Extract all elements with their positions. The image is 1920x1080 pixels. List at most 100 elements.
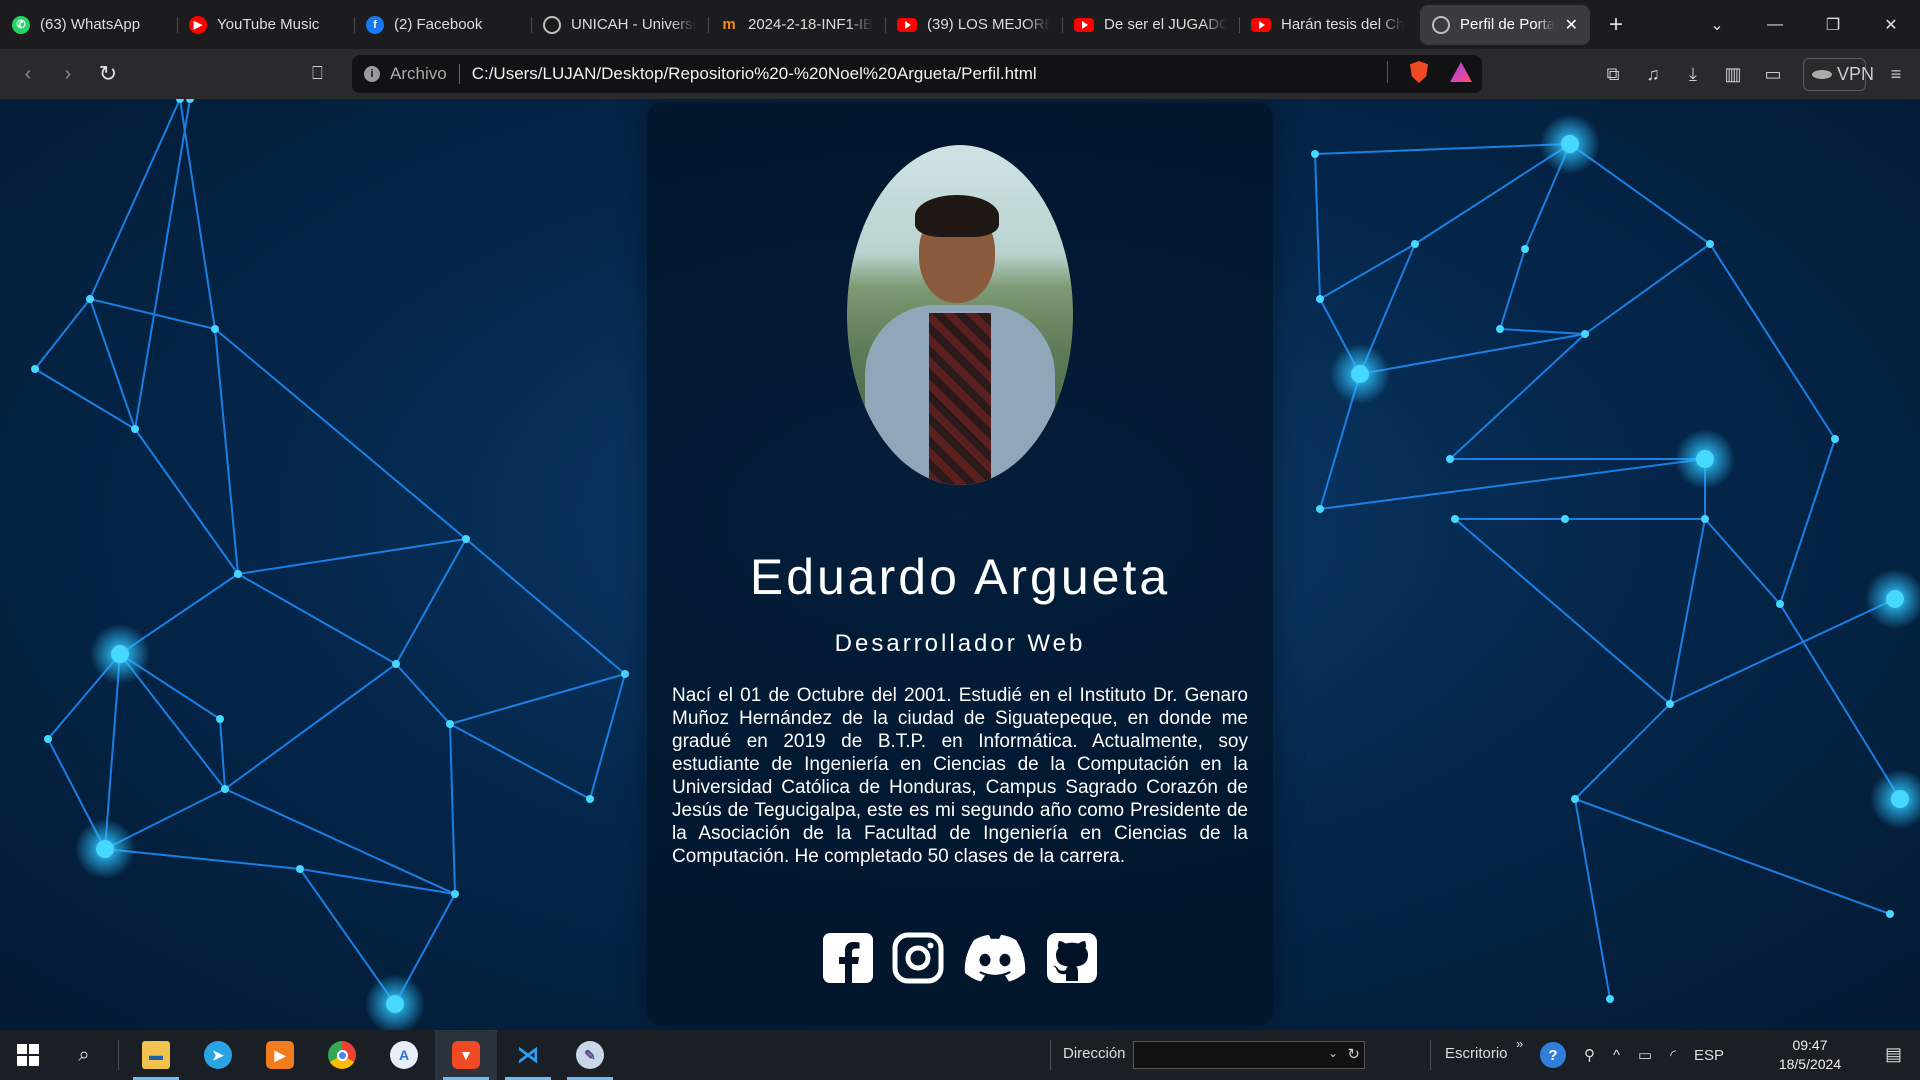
vpn-button[interactable]: VPN [1803, 57, 1874, 91]
close-window-icon[interactable]: ✕ [1862, 15, 1920, 35]
toolbar-icons: ⧉ ♫ ⤓ ▥ ▭ VPN ≡ [1603, 49, 1920, 99]
network-node [131, 425, 139, 433]
url-text[interactable]: C:/Users/LUJAN/Desktop/Repositorio%20-%2… [472, 64, 1037, 84]
tab-label: UNICAH - Universidad [571, 16, 696, 33]
vpn-status-icon [1812, 69, 1832, 79]
network-line [395, 663, 451, 725]
network-line [465, 538, 626, 675]
tab-youtube-music[interactable]: ▶ YouTube Music [177, 5, 354, 45]
network-node [176, 99, 184, 103]
extensions-icon[interactable]: ⧉ [1603, 64, 1623, 85]
close-tab-icon[interactable]: ✕ [1565, 15, 1578, 35]
downloads-icon[interactable]: ⤓ [1683, 64, 1703, 85]
divider [118, 1040, 119, 1070]
youtube-music-icon: ▶ [189, 15, 207, 34]
network-node [1571, 795, 1579, 803]
taskbar-media-player[interactable]: ▶ [249, 1030, 311, 1080]
taskbar-desktop-label[interactable]: Escritorio [1445, 1045, 1508, 1062]
back-arrow-icon[interactable]: ‹ [8, 63, 48, 86]
battery-icon[interactable]: ▭ [1638, 1046, 1652, 1064]
new-tab-button[interactable]: + [1596, 11, 1636, 39]
tab-inf1[interactable]: m 2024-2-18-INF1-IB [708, 5, 885, 45]
chevron-up-icon[interactable]: ^ [1613, 1047, 1620, 1064]
tab-facebook[interactable]: f (2) Facebook [354, 5, 531, 45]
network-node [1666, 700, 1674, 708]
taskbar-paint[interactable]: ✎ [559, 1030, 621, 1080]
tab-youtube-3[interactable]: Harán tesis del Ch [1239, 5, 1416, 45]
network-line [1449, 333, 1586, 460]
photo-hair [915, 195, 999, 237]
tab-label: Perfil de Portafolio [1460, 16, 1555, 33]
network-node [1606, 995, 1614, 1003]
network-line [1574, 703, 1671, 800]
network-node [1886, 910, 1894, 918]
start-button[interactable] [0, 1044, 56, 1066]
taskbar-file-explorer[interactable]: ▬ [125, 1030, 187, 1080]
media-icon[interactable]: ♫ [1643, 64, 1663, 85]
instagram-icon[interactable] [892, 932, 944, 984]
network-line [1669, 518, 1706, 705]
network-line [395, 538, 467, 665]
facebook-icon[interactable] [822, 932, 874, 984]
file-explorer-icon: ▬ [142, 1041, 170, 1069]
network-line [1779, 603, 1901, 800]
taskbar-app-store[interactable]: A [373, 1030, 435, 1080]
divider [1387, 61, 1388, 83]
bookmark-icon[interactable]: ⎕ [312, 63, 332, 84]
network-line [219, 718, 226, 790]
menu-icon[interactable]: ≡ [1886, 64, 1906, 85]
tab-youtube-2[interactable]: De ser el JUGADOR [1062, 5, 1239, 45]
network-line [1314, 143, 1571, 155]
people-icon[interactable]: ⚲ [1584, 1046, 1595, 1064]
youtube-icon [897, 17, 917, 32]
tab-unicah[interactable]: UNICAH - Universidad [531, 5, 708, 45]
taskbar-clock[interactable]: 09:47 18/5/2024 [1770, 1036, 1850, 1074]
network-line [34, 368, 136, 430]
taskbar-address-input[interactable]: ⌄ ↻ [1133, 1041, 1365, 1069]
youtube-icon [1251, 17, 1271, 32]
github-icon[interactable] [1046, 932, 1098, 984]
double-chevron-icon[interactable]: » [1516, 1036, 1523, 1051]
network-node [1446, 455, 1454, 463]
social-links [647, 932, 1273, 984]
tab-perfil-active[interactable]: Perfil de Portafolio ✕ [1420, 4, 1590, 45]
network-node [621, 670, 629, 678]
taskbar-vscode[interactable]: ⋊ [497, 1030, 559, 1080]
tab-whatsapp[interactable]: ✆ (63) WhatsApp [0, 5, 177, 45]
network-line [1574, 798, 1611, 1000]
brave-rewards-icon[interactable]: 1 [1450, 62, 1472, 82]
url-divider [458, 64, 460, 84]
network-line [237, 538, 467, 575]
network-line [449, 673, 626, 725]
windows-logo-icon [17, 1044, 39, 1066]
sidebar-icon[interactable]: ▥ [1723, 64, 1743, 85]
network-node [234, 570, 242, 578]
chrome-icon [328, 1041, 356, 1069]
help-icon[interactable]: ? [1540, 1042, 1566, 1068]
tab-search-icon[interactable]: ⌄ [1688, 15, 1746, 35]
notifications-icon[interactable]: ▤ [1885, 1044, 1902, 1065]
discord-icon[interactable] [962, 932, 1028, 984]
reload-icon[interactable]: ↻ [88, 61, 128, 87]
taskbar-chrome[interactable] [311, 1030, 373, 1080]
taskbar-telegram[interactable]: ➤ [187, 1030, 249, 1080]
address-bar[interactable]: i Archivo C:/Users/LUJAN/Desktop/Reposit… [352, 55, 1482, 93]
tab-label: (63) WhatsApp [40, 16, 141, 33]
taskbar-brave[interactable]: ▼ [435, 1030, 497, 1080]
info-icon[interactable]: i [364, 66, 380, 82]
profile-bio: Nací el 01 de Octubre del 2001. Estudié … [672, 685, 1248, 867]
tab-label: De ser el JUGADOR [1104, 16, 1227, 33]
wifi-icon[interactable]: ◜ [1670, 1046, 1676, 1064]
clock-time: 09:47 [1792, 1037, 1828, 1053]
language-indicator[interactable]: ESP [1694, 1047, 1724, 1064]
brave-shields-icon[interactable] [1410, 61, 1428, 83]
minimize-icon[interactable]: — [1746, 16, 1804, 34]
search-icon[interactable]: ⌕ [56, 1044, 112, 1067]
refresh-icon[interactable]: ↻ [1347, 1045, 1360, 1063]
forward-arrow-icon[interactable]: › [48, 63, 88, 86]
chevron-down-icon[interactable]: ⌄ [1328, 1046, 1338, 1060]
wallet-icon[interactable]: ▭ [1763, 64, 1783, 85]
restore-icon[interactable]: ❐ [1804, 15, 1862, 35]
tab-youtube-1[interactable]: (39) LOS MEJORES [885, 5, 1062, 45]
url-scheme-label: Archivo [390, 64, 447, 83]
